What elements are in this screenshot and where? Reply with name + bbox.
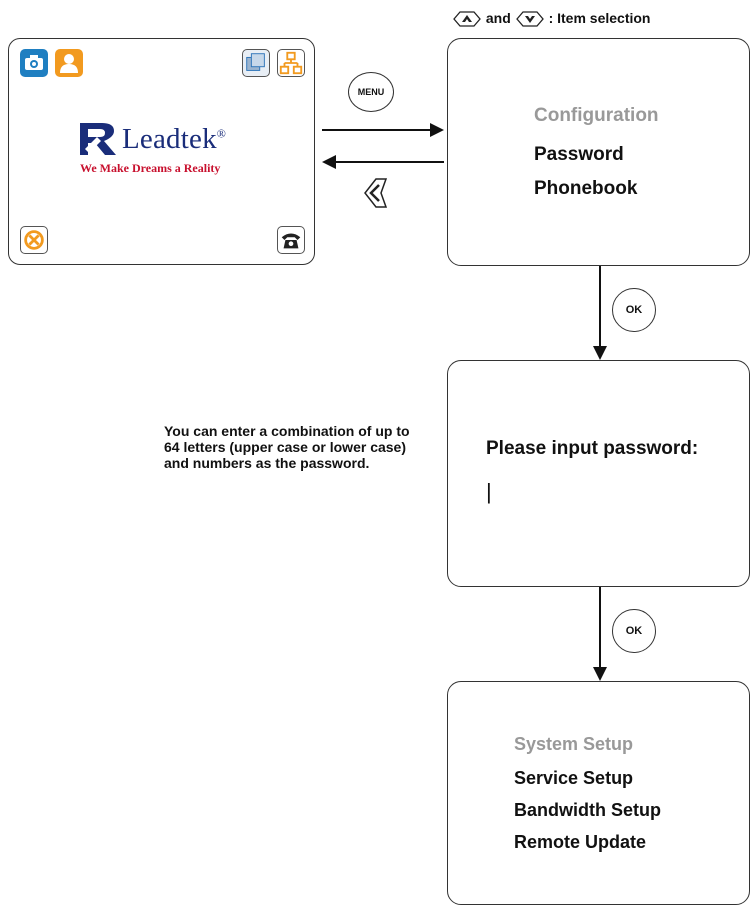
- password-prompt: Please input password:: [486, 438, 699, 459]
- ok-button-2[interactable]: OK: [612, 609, 656, 653]
- up-arrow-key-icon: [453, 11, 481, 27]
- windows-icon[interactable]: [242, 49, 270, 77]
- leadtek-r-mark-icon: [80, 123, 116, 155]
- menu-button[interactable]: MENU: [348, 72, 394, 112]
- password-note: You can enter a combination of up to 64 …: [164, 423, 410, 471]
- logo-registered-mark: ®: [216, 126, 227, 141]
- back-arrow-key-icon[interactable]: [362, 177, 390, 209]
- menu-title-system-setup: System Setup: [514, 734, 634, 754]
- user-icon[interactable]: [55, 49, 83, 77]
- phone-icon[interactable]: [277, 226, 305, 254]
- password-cursor[interactable]: |: [486, 479, 492, 505]
- item-selection-hint: and : Item selection: [452, 10, 650, 28]
- down-arrow-1: [593, 266, 607, 360]
- system-setup-menu: System Setup Service Setup Bandwidth Set…: [447, 681, 750, 905]
- leadtek-logo: Leadtek® We Make Dreams a Reality: [77, 119, 257, 179]
- hint-text: : Item selection: [548, 10, 651, 26]
- tagline: We Make Dreams a Reality: [80, 161, 221, 175]
- hint-joiner: and: [485, 10, 511, 26]
- flow-arrows: [322, 123, 444, 169]
- down-arrow-2: [593, 587, 607, 681]
- home-screen: Leadtek® We Make Dreams a Reality: [8, 38, 315, 265]
- down-arrow-key-icon: [515, 11, 544, 27]
- menu-item-bandwidth-setup[interactable]: Bandwidth Setup: [514, 800, 661, 821]
- menu-title-configuration: Configuration: [534, 105, 659, 126]
- back-arrow: [322, 155, 444, 169]
- configuration-menu: Configuration Password Phonebook: [447, 38, 750, 266]
- menu-item-phonebook[interactable]: Phonebook: [534, 178, 637, 200]
- network-icon[interactable]: [277, 49, 305, 77]
- menu-item-password[interactable]: Password: [534, 144, 624, 166]
- menu-item-service-setup[interactable]: Service Setup: [514, 768, 633, 789]
- menu-item-remote-update[interactable]: Remote Update: [514, 832, 646, 853]
- forward-arrow: [322, 123, 444, 137]
- logo-text: Leadtek®: [122, 123, 227, 155]
- camera-icon[interactable]: [20, 49, 48, 77]
- cancel-icon[interactable]: [20, 226, 48, 254]
- password-input-screen: Please input password: |: [447, 360, 750, 587]
- ok-button-1[interactable]: OK: [612, 288, 656, 332]
